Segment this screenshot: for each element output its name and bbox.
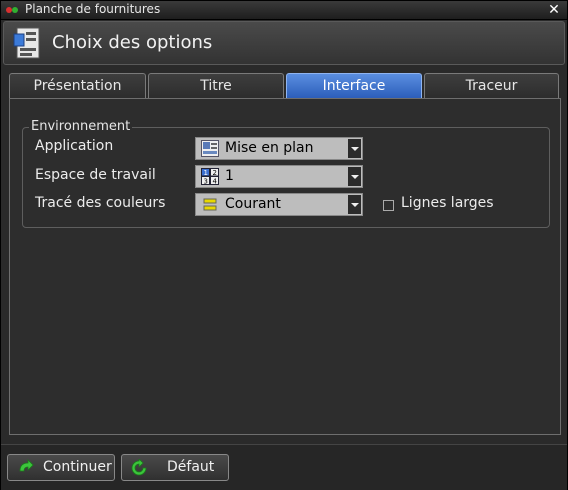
chevron-down-icon[interactable] (348, 167, 361, 186)
group-label: Environnement (29, 119, 133, 134)
svg-text:1: 1 (204, 169, 208, 177)
svg-text:2: 2 (213, 169, 217, 177)
color-plot-select[interactable]: Courant (195, 193, 363, 216)
current-color-icon (203, 198, 217, 211)
drawing-layout-icon (201, 140, 219, 157)
close-icon[interactable]: ✕ (547, 3, 561, 17)
tab-panel-interface: Environnement Application Mise en plan E… (9, 98, 561, 435)
wide-lines-label[interactable]: Lignes larges (401, 195, 494, 211)
application-label: Application (35, 138, 114, 154)
options-document-icon (13, 27, 40, 59)
chevron-down-icon[interactable] (348, 195, 361, 214)
dialog-header: Choix des options (3, 21, 565, 65)
workspace-grid-icon: 1 2 3 4 (201, 168, 219, 185)
tab-titre[interactable]: Titre (148, 73, 284, 99)
continue-button[interactable]: Continuer (7, 454, 115, 481)
color-plot-label: Tracé des couleurs (35, 195, 166, 211)
title-bar[interactable]: Planche de fournitures ✕ (1, 1, 567, 20)
application-select[interactable]: Mise en plan (195, 137, 363, 160)
chevron-down-icon[interactable] (348, 139, 361, 158)
default-button[interactable]: Défaut (121, 454, 229, 481)
tab-bar: Présentation Titre Interface Traceur (9, 73, 561, 99)
reset-icon (131, 459, 147, 476)
wide-lines-checkbox[interactable] (383, 200, 394, 211)
dialog-footer: Continuer Défaut (1, 444, 567, 490)
environment-group: Environnement Application Mise en plan E… (22, 119, 550, 228)
continue-arrow-icon (19, 459, 34, 472)
svg-text:3: 3 (204, 178, 208, 186)
window-title: Planche de fournitures (25, 2, 161, 16)
tab-traceur[interactable]: Traceur (424, 73, 559, 99)
application-value: Mise en plan (225, 140, 314, 156)
tab-presentation[interactable]: Présentation (9, 73, 146, 99)
workspace-value: 1 (225, 168, 234, 184)
page-title: Choix des options (52, 32, 213, 53)
workspace-select[interactable]: 1 2 3 4 1 (195, 165, 363, 188)
tab-interface[interactable]: Interface (286, 73, 422, 99)
default-label: Défaut (167, 459, 215, 475)
app-icon (6, 7, 18, 13)
continue-label: Continuer (43, 459, 112, 475)
workspace-label: Espace de travail (35, 167, 156, 183)
color-plot-value: Courant (225, 196, 281, 212)
svg-text:4: 4 (213, 178, 218, 186)
dialog-window: Planche de fournitures ✕ Choix des optio… (0, 0, 568, 490)
